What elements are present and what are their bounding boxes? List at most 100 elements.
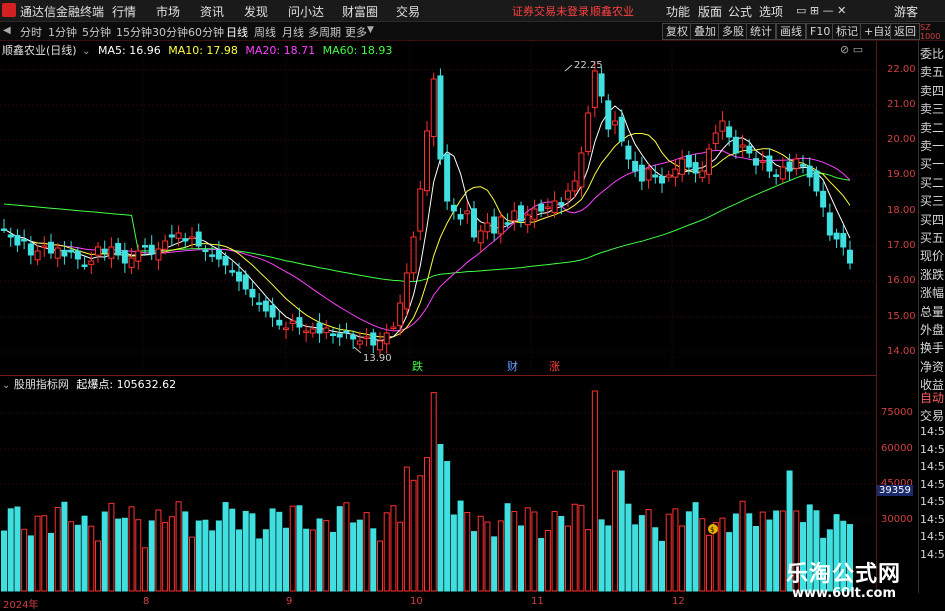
candle-body [464, 210, 471, 215]
menu-wealth[interactable]: 财富圈 [342, 3, 378, 20]
period-tabs: ◀ 分时 1分钟 5分钟 15分钟 30分钟 60分钟 日线 周线 月线 多周期… [0, 22, 945, 41]
volume-bar [34, 515, 41, 592]
tab-monthly[interactable]: 月线 [282, 24, 304, 40]
f10-button[interactable]: F10 [806, 23, 835, 40]
candle-body [189, 236, 195, 239]
volume-bar [732, 513, 739, 592]
sidebar-item: 14:56 [920, 442, 945, 456]
candle-body [222, 255, 229, 266]
sidebar-item: 14:56 [920, 495, 945, 508]
mark-button[interactable]: 标记 [832, 23, 862, 40]
volume-indicator-chart[interactable]: $ [0, 375, 876, 593]
volume-bar [679, 525, 686, 592]
sidebar-item[interactable]: 自动 [920, 389, 944, 406]
candle-body [95, 246, 101, 256]
candle-body [262, 300, 269, 312]
candle-body [276, 319, 283, 326]
candle-body [336, 333, 343, 338]
volume-bar [148, 520, 155, 592]
menu-market[interactable]: 市场 [156, 3, 180, 20]
tab-weekly[interactable]: 周线 [254, 24, 276, 40]
menu-options[interactable]: 选项 [759, 3, 783, 20]
volume-bar [276, 511, 283, 592]
sidebar-item: 卖五 [920, 65, 945, 80]
back-button[interactable]: 返回 [890, 23, 920, 40]
price-tick: 18.00 [887, 205, 916, 216]
sidebar-item[interactable]: 交易 [920, 407, 944, 424]
volume-bar [491, 536, 498, 592]
tab-realtime[interactable]: 分时 [20, 24, 42, 40]
menu-ask[interactable]: 问小达 [288, 3, 324, 20]
more-dropdown-icon[interactable]: ▼ [367, 25, 374, 35]
menu-news[interactable]: 资讯 [200, 3, 224, 20]
sidebar-item: 买五 [920, 231, 945, 245]
candle-body [746, 145, 753, 154]
candle-body [625, 145, 632, 160]
sidebar-item: 14:56 [920, 530, 945, 543]
candle-body [457, 214, 464, 220]
tab-5min[interactable]: 5分钟 [82, 24, 111, 40]
menu-trade[interactable]: 交易 [396, 3, 420, 20]
volume-bar [323, 520, 330, 592]
menu-function[interactable]: 功能 [666, 3, 690, 20]
settings-chevron-icon[interactable]: ⌄ [82, 46, 90, 57]
watermark: 乐淘公式网 www.60lt.com [786, 556, 901, 601]
volume-bar [665, 513, 672, 592]
tab-1min[interactable]: 1分钟 [48, 24, 77, 40]
menu-discover[interactable]: 发现 [244, 3, 268, 20]
menu-quotes[interactable]: 行情 [112, 3, 136, 20]
watermark-url: www.60lt.com [792, 586, 897, 601]
volume-bar [659, 540, 665, 592]
tab-more[interactable]: 更多 [345, 24, 367, 40]
candle-body [101, 248, 108, 254]
draw-line-button[interactable]: 画线 [776, 23, 806, 40]
candle-body [74, 250, 81, 260]
restore-rights-button[interactable]: 复权 [662, 23, 692, 40]
tab-daily[interactable]: 日线 [226, 24, 248, 40]
statistics-button[interactable]: 统计 [746, 23, 776, 40]
tab-60min[interactable]: 60分钟 [188, 24, 224, 40]
sidebar-item: 委比 [920, 47, 945, 61]
indicator-menu-icon[interactable]: ⌄ [2, 380, 10, 391]
volume-bar [591, 390, 598, 592]
menu-layout[interactable]: 版面 [698, 3, 722, 20]
volume-bar [309, 529, 316, 592]
sidebar-item: 买二 [920, 175, 945, 190]
candle-body [363, 336, 370, 339]
overlay-button[interactable]: 叠加 [690, 23, 720, 40]
candle-body [719, 120, 726, 132]
candle-body [612, 120, 618, 126]
tab-15min[interactable]: 15分钟 [116, 24, 152, 40]
volume-bar [571, 503, 578, 592]
volume-bar [121, 517, 128, 592]
login-notice[interactable]: 证券交易未登录 [512, 3, 589, 19]
candle-body [88, 260, 95, 265]
volume-bar [269, 508, 276, 592]
candle-body [162, 240, 169, 250]
kline-chart[interactable]: 22.25 13.90 跌 财 涨 [0, 41, 876, 372]
candle-body [732, 136, 739, 154]
volume-bar [410, 479, 417, 592]
volume-bar [303, 528, 310, 592]
sidebar-item: 买四 [920, 212, 945, 227]
panel-controls-icon[interactable]: ⊘ ▭ [840, 43, 863, 56]
multi-stock-button[interactable]: 多股 [718, 23, 748, 40]
scroll-left-icon[interactable]: ◀ [3, 25, 11, 36]
volume-bar [296, 505, 303, 592]
menu-formula[interactable]: 公式 [728, 3, 752, 20]
volume-bar [316, 518, 323, 592]
volume-bar [753, 526, 759, 592]
guest-label[interactable]: 游客 [894, 3, 918, 20]
sidebar-item: 净资 [920, 359, 945, 374]
tab-30min[interactable]: 30分钟 [152, 24, 188, 40]
candle-body [726, 126, 733, 138]
tab-multi-period[interactable]: 多周期 [308, 24, 341, 40]
window-controls-icon[interactable]: ▭ ⊞ — ✕ [796, 4, 846, 17]
volume-bar [518, 525, 524, 592]
candle-body [424, 130, 430, 192]
candle-body [638, 164, 645, 182]
candle-body [54, 247, 61, 259]
candle-body [296, 317, 303, 328]
volume-bar [363, 512, 370, 592]
candle-body [303, 330, 310, 333]
